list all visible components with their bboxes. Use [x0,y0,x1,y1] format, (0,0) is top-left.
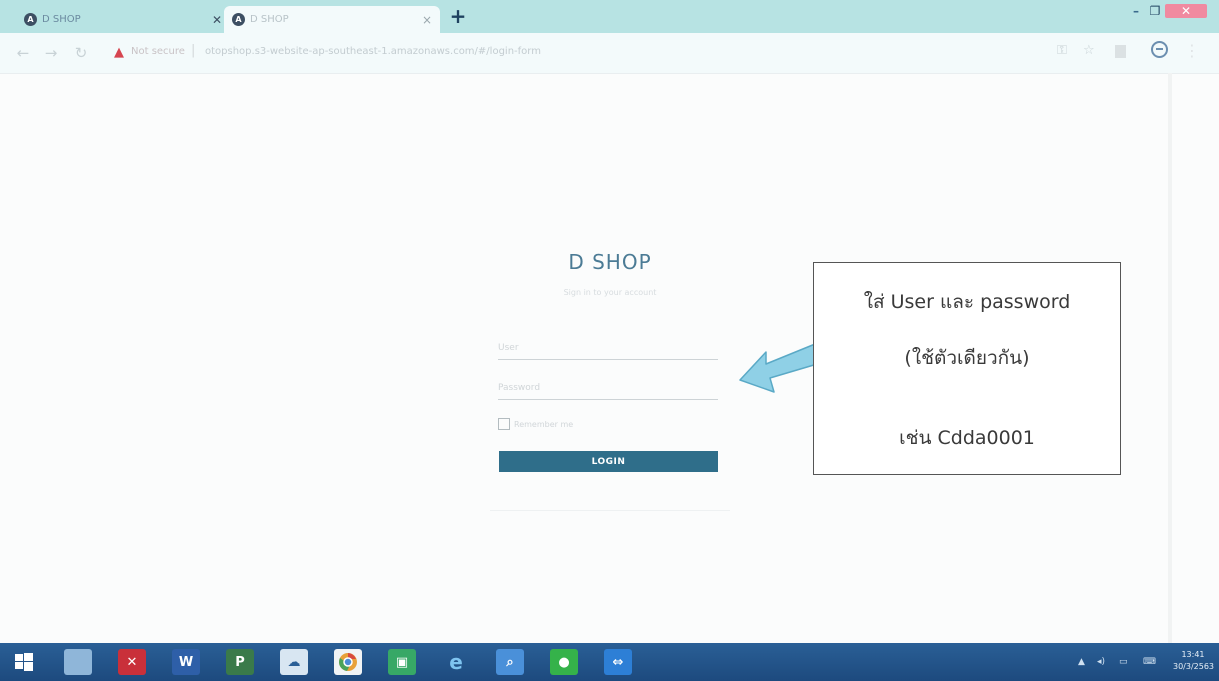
word-icon[interactable]: W [172,649,200,675]
volume-icon[interactable]: ◂) [1097,657,1105,667]
angular-favicon-icon: A [232,13,245,26]
minimize-button[interactable]: – [1128,4,1144,18]
card-divider [490,510,730,511]
clock-date: 30/3/2563 [1173,662,1215,671]
remember-checkbox[interactable] [498,418,510,430]
address-separator: | [191,43,196,58]
chrome-icon[interactable] [334,649,362,675]
instruction-line-3: เช่น Cdda0001 [899,427,1035,449]
key-icon[interactable]: ⚿ [1057,43,1067,58]
line-icon[interactable]: ● [550,649,578,675]
acrobat-icon[interactable]: ✕ [118,649,146,675]
clock-time: 13:41 [1181,650,1205,659]
warning-icon[interactable]: ▲ [114,45,124,60]
taskbar-clock[interactable]: 13:41 30/3/2563 [1173,649,1215,673]
signin-subtitle: Sign in to your account [563,288,657,297]
extension-icon[interactable] [1115,45,1126,58]
tray-chevron-icon[interactable]: ▲ [1078,657,1085,667]
instruction-line-2: (ใช้ตัวเดียวกัน) [904,347,1030,369]
address-bar[interactable]: otopshop.s3-website-ap-southeast-1.amazo… [205,46,541,57]
scrollbar[interactable] [1168,73,1172,643]
bookmark-star-icon[interactable]: ☆ [1083,43,1095,58]
login-button[interactable]: LOGIN [499,451,718,472]
close-tab-icon[interactable]: × [422,13,432,27]
tab-strip: A D SHOP ✕ A D SHOP × + – ❐ ✕ [0,0,1219,33]
new-tab-button[interactable]: + [448,6,468,26]
windows-taskbar: ✕ W P ☁ ▣ e ⌕ ● ⇔ ▲ ◂) ▭ ⌨ 13:41 30/3/25… [0,643,1219,681]
browser-tab-1[interactable]: A D SHOP ✕ [16,6,230,33]
store-icon[interactable]: ▣ [388,649,416,675]
browser-tab-2[interactable]: A D SHOP × [224,6,440,33]
language-icon[interactable]: ⌨ [1143,657,1156,667]
onedrive-icon[interactable]: ☁ [280,649,308,675]
angular-favicon-icon: A [24,13,37,26]
maximize-button[interactable]: ❐ [1147,4,1163,18]
security-status[interactable]: Not secure [131,46,185,57]
file-explorer-icon[interactable] [64,649,92,675]
ie-icon[interactable]: e [442,649,470,675]
profile-icon[interactable] [1151,41,1168,58]
menu-icon[interactable]: ⋮ [1184,41,1200,60]
close-window-button[interactable]: ✕ [1165,4,1207,18]
password-field[interactable] [498,377,718,400]
instruction-box: ใส่ User และ password (ใช้ตัวเดียวกัน) เ… [813,262,1121,475]
browser-toolbar: ← → ↻ ▲ Not secure | otopshop.s3-website… [0,33,1219,74]
tab-title: D SHOP [42,14,81,25]
forward-icon[interactable]: → [42,44,60,62]
remember-label: Remember me [514,419,574,429]
project-icon[interactable]: P [226,649,254,675]
remember-me[interactable]: Remember me [498,418,573,430]
search-app-icon[interactable]: ⌕ [496,649,524,675]
back-icon[interactable]: ← [14,44,32,62]
teamviewer-icon[interactable]: ⇔ [604,649,632,675]
reload-icon[interactable]: ↻ [72,44,90,62]
brand-title: D SHOP [568,250,652,274]
instruction-line-1: ใส่ User และ password [863,291,1071,313]
tab-title: D SHOP [250,14,289,25]
username-field[interactable] [498,337,718,360]
start-icon[interactable] [10,649,38,675]
network-icon[interactable]: ▭ [1119,657,1128,667]
close-tab-icon[interactable]: ✕ [212,13,222,27]
